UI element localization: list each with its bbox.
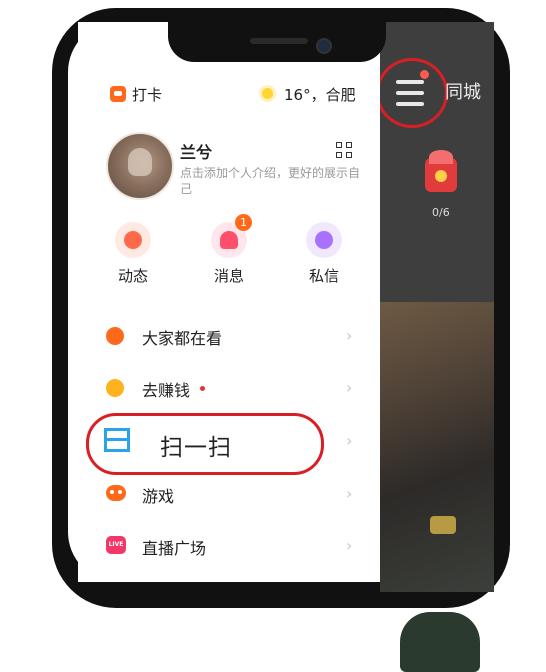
new-dot [200, 386, 205, 391]
compass-icon [106, 327, 124, 345]
menu-item-live[interactable]: LIVE 直播广场 › [102, 531, 362, 561]
coin-icon [106, 379, 124, 397]
menu-item-label: 大家都在看 [142, 329, 223, 348]
chevron-right-icon: › [346, 326, 353, 345]
profile-bio[interactable]: 点击添加个人介绍，更好的展示自己 [180, 165, 366, 197]
front-camera [316, 38, 332, 54]
quick-action-feed[interactable]: 动态 [103, 222, 163, 286]
message-badge: 1 [235, 214, 252, 231]
menu-item-label: 直播广场 [142, 539, 207, 558]
quick-action-private-message[interactable]: 私信 [294, 222, 354, 286]
video-thumbnail[interactable] [380, 302, 494, 672]
chevron-right-icon: › [346, 431, 353, 450]
task-progress: 0/6 [432, 206, 450, 219]
speaker-grille [250, 38, 308, 44]
annotation-circle-menu [376, 58, 448, 128]
quick-action-label: 消息 [213, 267, 244, 285]
planet-icon [115, 222, 151, 258]
live-icon: LIVE [106, 536, 126, 554]
annotation-circle-scan [86, 413, 324, 475]
qr-code-icon[interactable] [336, 142, 352, 158]
username[interactable]: 兰兮 [180, 139, 212, 163]
checkin-icon[interactable] [110, 86, 126, 102]
avatar[interactable] [106, 132, 174, 200]
gamepad-icon [106, 485, 126, 501]
cap-shape [400, 612, 480, 672]
checkin-button[interactable]: 打卡 [132, 84, 162, 105]
weather-text: 16°，合肥 [284, 86, 356, 104]
quick-action-label: 私信 [308, 267, 339, 285]
medal-decoration [430, 516, 456, 534]
menu-item-earn[interactable]: 去赚钱 › [102, 373, 362, 403]
bell-icon: 1 [211, 214, 252, 258]
chat-icon [306, 222, 342, 258]
chevron-right-icon: › [346, 484, 353, 503]
menu-item-games[interactable]: 游戏 › [102, 479, 362, 509]
quick-action-messages[interactable]: 1 消息 [199, 214, 259, 286]
sun-icon [262, 88, 273, 99]
menu-item-label: 去赚钱 [142, 381, 191, 400]
menu-item-trending[interactable]: 大家都在看 › [102, 321, 362, 351]
red-packet-icon[interactable] [425, 150, 457, 192]
menu-item-label: 游戏 [142, 487, 175, 506]
chevron-right-icon: › [346, 536, 353, 555]
quick-action-label: 动态 [117, 267, 148, 285]
tab-city[interactable]: 同城 [445, 78, 481, 104]
chevron-right-icon: › [346, 378, 353, 397]
